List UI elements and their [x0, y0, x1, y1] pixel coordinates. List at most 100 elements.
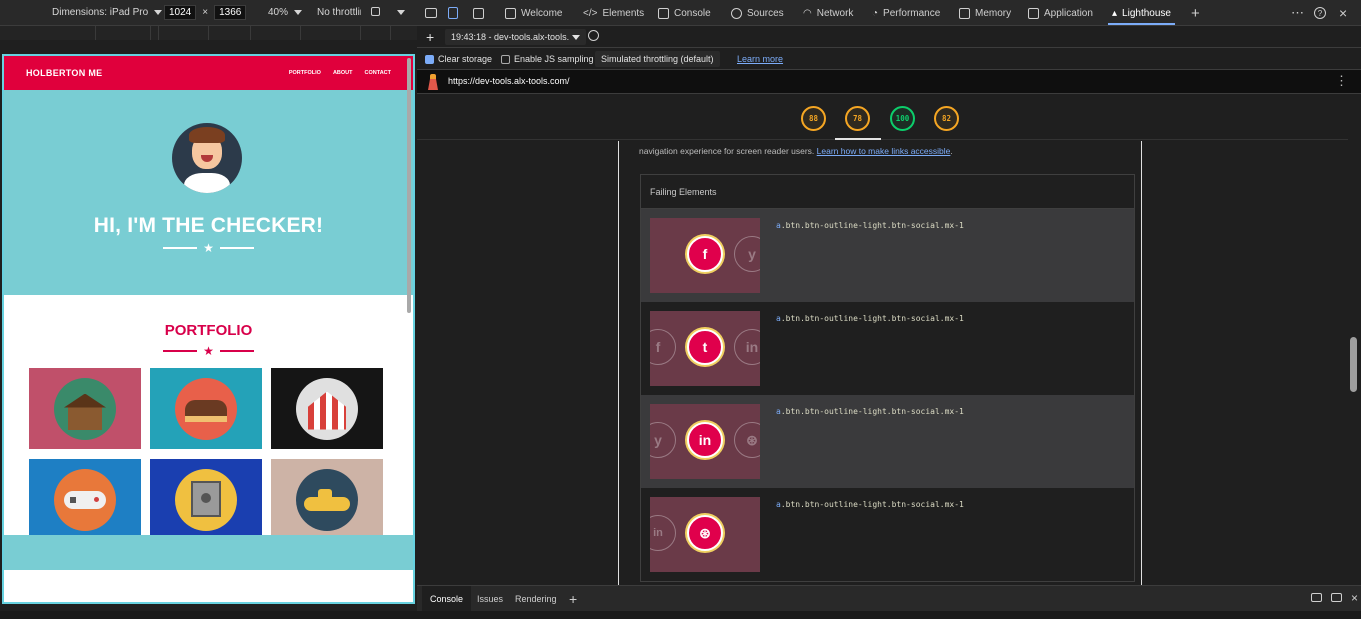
- chip-icon: [959, 7, 970, 19]
- table-row[interactable]: f y a.btn.btn-outline-light.btn-social.m…: [641, 209, 1134, 302]
- tab-network[interactable]: ◠ Network: [803, 0, 853, 26]
- tab-sources[interactable]: Sources: [731, 0, 784, 26]
- portfolio-tile-safe[interactable]: [150, 459, 262, 540]
- portfolio-tile-gamepad[interactable]: [29, 459, 141, 540]
- report-menu-icon[interactable]: ⋮: [1335, 73, 1348, 89]
- gamepad-icon: [54, 468, 116, 531]
- inspect-element-icon[interactable]: [425, 0, 437, 26]
- tab-label: Console: [674, 7, 711, 19]
- facebook-icon: f: [687, 236, 723, 272]
- portfolio-tile-submarine[interactable]: [271, 459, 383, 540]
- tab-elements[interactable]: </> Elements: [583, 0, 644, 26]
- tab-memory[interactable]: Memory: [959, 0, 1011, 26]
- code-icon: </>: [583, 7, 598, 19]
- lighthouse-logo-icon: [427, 74, 439, 90]
- nav-link-about[interactable]: ABOUT: [333, 70, 353, 76]
- learn-more-text: Learn more: [737, 54, 784, 64]
- dock-sidebar-icon[interactable]: [473, 0, 484, 26]
- tab-label: Sources: [747, 7, 784, 19]
- viewport-scrollbar[interactable]: [407, 58, 411, 313]
- tab-label: Network: [816, 7, 854, 19]
- throttling-select[interactable]: No throttlin: [317, 7, 361, 18]
- clear-report-icon[interactable]: [588, 30, 599, 41]
- chevron-down-icon: [154, 10, 163, 15]
- element-selector[interactable]: a.btn.btn-outline-light.btn-social.mx-1: [776, 221, 964, 230]
- twitter-icon: y: [650, 422, 676, 458]
- lighthouse-report: 88 78 100 82 navigation experience for s…: [417, 95, 1348, 585]
- report-scrollbar[interactable]: [1348, 95, 1361, 585]
- device-toolbar-icon[interactable]: [448, 0, 458, 26]
- tab-label: Elements: [602, 7, 645, 19]
- portfolio-tile-cake[interactable]: [150, 368, 262, 449]
- expand-drawer-icon[interactable]: [1331, 593, 1342, 602]
- score-gauge-accessibility[interactable]: 78: [845, 106, 870, 131]
- element-selector[interactable]: a.btn.btn-outline-light.btn-social.mx-1: [776, 314, 964, 323]
- element-screenshot: f t in: [650, 311, 760, 386]
- dock-icon[interactable]: [1311, 593, 1322, 602]
- table-row[interactable]: f t in a.btn.btn-outline-light.btn-socia…: [641, 302, 1134, 395]
- element-selector[interactable]: a.btn.btn-outline-light.btn-social.mx-1: [776, 407, 964, 416]
- times-label: ×: [202, 7, 209, 18]
- checkbox-unchecked-icon: [501, 54, 510, 64]
- report-select-label: 19:43:18 - dev-tools.alx-tools.: [451, 32, 570, 42]
- console-icon: [658, 7, 669, 19]
- portfolio-tile-cabin[interactable]: [29, 368, 141, 449]
- throttling-label: No throttlin: [317, 7, 361, 18]
- device-width-input[interactable]: 1024: [164, 5, 197, 20]
- rotate-icon[interactable]: [371, 7, 380, 16]
- tab-label: Lighthouse: [1122, 7, 1171, 19]
- js-sampling-checkbox[interactable]: Enable JS sampling: [501, 54, 594, 64]
- cabin-icon: [54, 377, 116, 440]
- bottom-drawer: Console Issues Rendering + ×: [417, 585, 1361, 612]
- failing-elements-table: Failing Elements f y a.btn.btn-outline-l…: [640, 174, 1135, 582]
- tab-performance[interactable]: ◔ Performance: [872, 0, 940, 26]
- device-height-input[interactable]: 1366: [214, 5, 247, 20]
- tab-label: Performance: [883, 7, 941, 19]
- more-options-icon[interactable]: ⋯: [1291, 0, 1304, 26]
- tab-application[interactable]: Application: [1028, 0, 1093, 26]
- clear-storage-checkbox[interactable]: Clear storage: [425, 54, 492, 64]
- learn-more-link[interactable]: Learn more: [737, 54, 783, 64]
- add-tab-button[interactable]: +: [1191, 0, 1200, 26]
- nav-link-contact[interactable]: CONTACT: [365, 70, 391, 76]
- star-icon: ★: [203, 344, 214, 358]
- element-selector[interactable]: a.btn.btn-outline-light.btn-social.mx-1: [776, 500, 964, 509]
- emulated-viewport[interactable]: HOLBERTON ME PORTFOLIO ABOUT CONTACT HI,…: [2, 54, 415, 604]
- device-dimensions-select[interactable]: Dimensions: iPad Pro: [52, 7, 163, 18]
- score-gauge-seo[interactable]: 82: [934, 106, 959, 131]
- tab-console[interactable]: Console: [658, 0, 711, 26]
- new-report-button[interactable]: +: [426, 29, 434, 45]
- twitter-icon: t: [687, 329, 723, 365]
- audit-learn-link[interactable]: Learn how to make links accessible: [817, 146, 951, 156]
- avatar: [172, 123, 242, 193]
- facebook-icon: f: [650, 329, 676, 365]
- close-devtools-button[interactable]: ×: [1339, 0, 1347, 26]
- table-row[interactable]: y in ⊛ a.btn.btn-outline-light.btn-socia…: [641, 395, 1134, 488]
- drawer-tab-console[interactable]: Console: [422, 586, 472, 612]
- throttling-method-label: Simulated throttling (default): [601, 54, 714, 64]
- failing-elements-header: Failing Elements: [641, 175, 1134, 209]
- zoom-select[interactable]: 40%: [268, 7, 303, 18]
- throttling-method-select[interactable]: Simulated throttling (default): [595, 51, 720, 67]
- more-options-icon[interactable]: [397, 10, 405, 15]
- tab-lighthouse[interactable]: ▴ Lighthouse: [1108, 0, 1175, 26]
- tab-label: Memory: [975, 7, 1012, 19]
- report-select[interactable]: 19:43:18 - dev-tools.alx-tools.: [445, 29, 587, 45]
- audit-description: navigation experience for screen reader …: [639, 146, 953, 156]
- score-gauge-performance[interactable]: 88: [801, 106, 826, 131]
- tab-welcome[interactable]: Welcome: [505, 0, 563, 26]
- portfolio-tile-circus[interactable]: [271, 368, 383, 449]
- help-button[interactable]: ?: [1314, 0, 1326, 26]
- clear-storage-label: Clear storage: [438, 54, 493, 64]
- drawer-tab-rendering[interactable]: Rendering: [507, 586, 565, 612]
- table-row[interactable]: in ⊛ a.btn.btn-outline-light.btn-social.…: [641, 488, 1134, 581]
- score-gauge-best-practices[interactable]: 100: [890, 106, 915, 131]
- close-drawer-icon[interactable]: ×: [1351, 591, 1358, 605]
- site-brand[interactable]: HOLBERTON ME: [26, 68, 289, 78]
- checkbox-checked-icon: [425, 54, 434, 64]
- drawer-tab-issues[interactable]: Issues: [469, 586, 511, 612]
- twitter-icon: y: [734, 236, 760, 272]
- nav-link-portfolio[interactable]: PORTFOLIO: [289, 70, 321, 76]
- drawer-add-tab-button[interactable]: +: [561, 586, 585, 612]
- report-url[interactable]: https://dev-tools.alx-tools.com/: [448, 76, 570, 86]
